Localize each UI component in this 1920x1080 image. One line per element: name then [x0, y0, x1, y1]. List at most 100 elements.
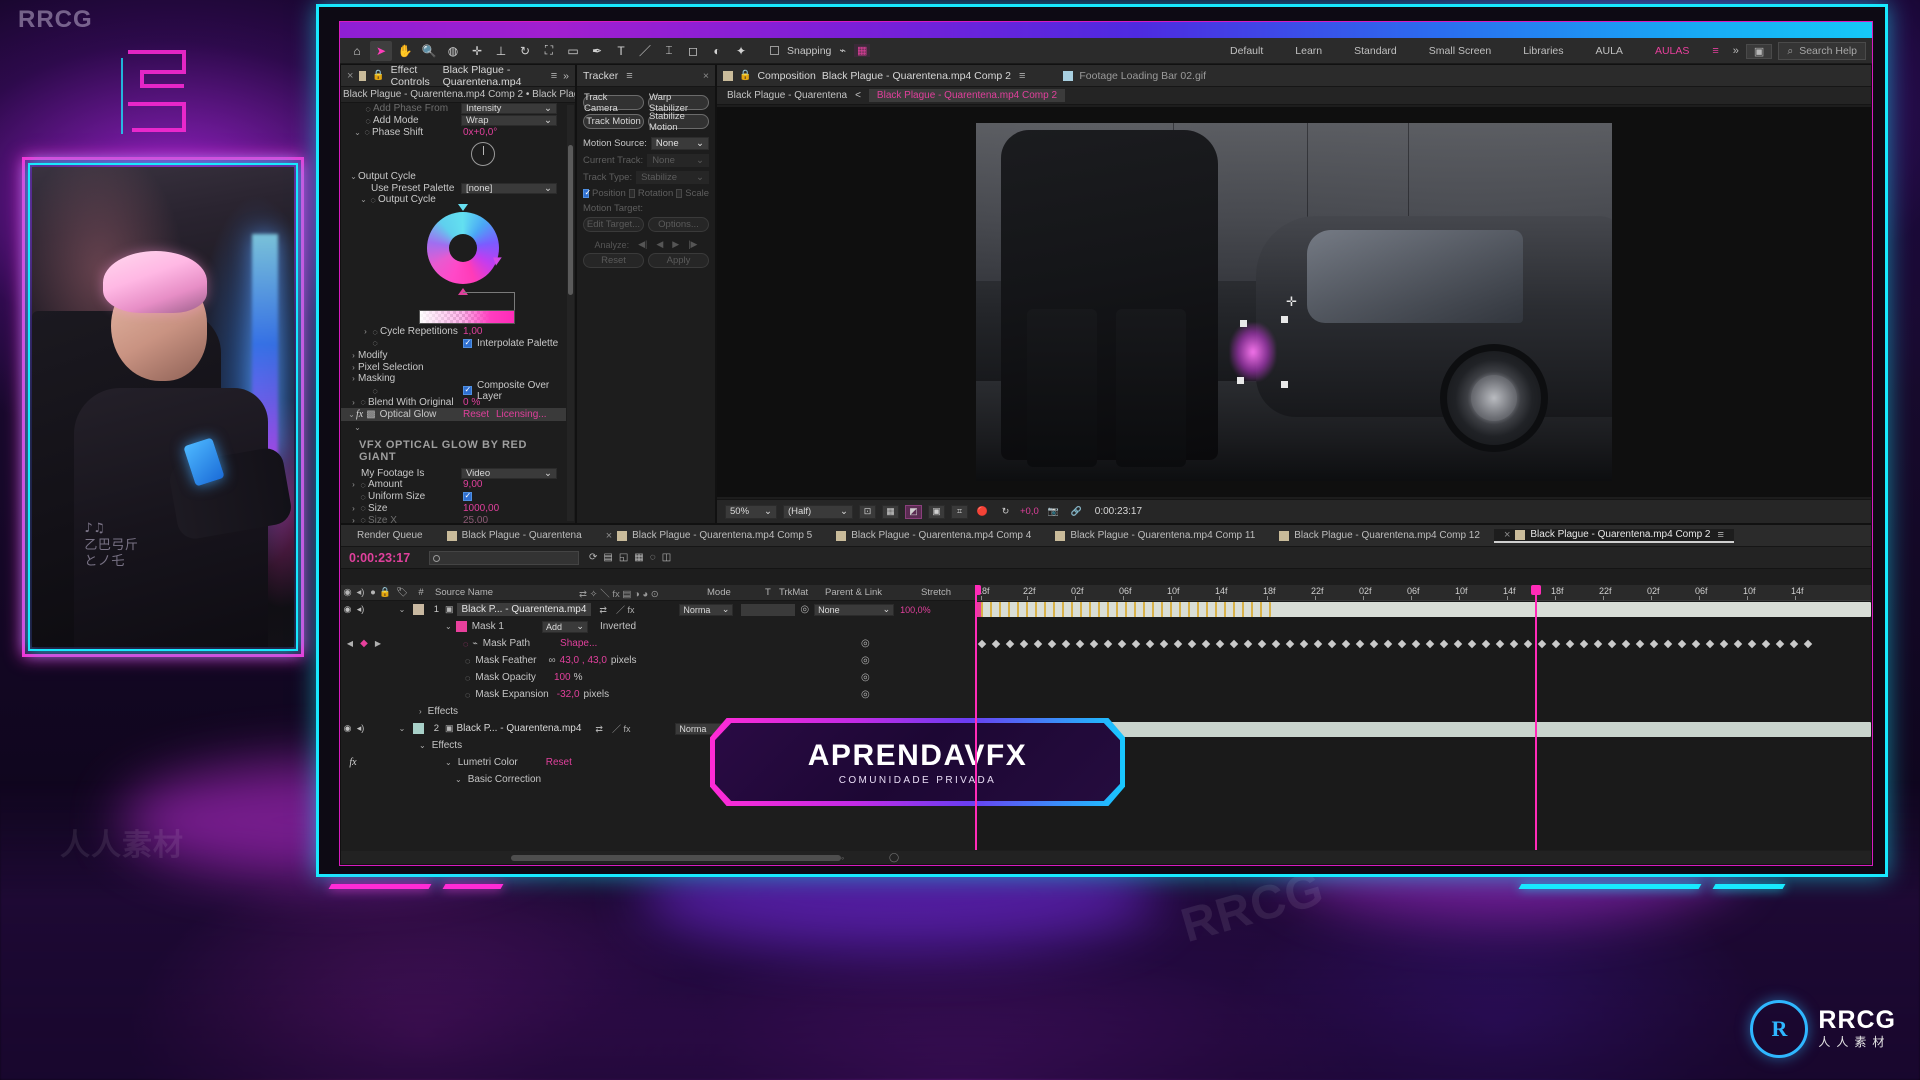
ec-row-add-mode[interactable]: ◌ Add Mode Wrap ⌄ — [341, 115, 566, 127]
pen-tool-icon[interactable]: ✒ — [586, 41, 608, 61]
twirl-icon[interactable]: ⌄ — [391, 605, 413, 614]
effect-controls-scrollbar[interactable] — [567, 105, 574, 521]
eraser-tool-icon[interactable]: ◻ — [682, 41, 704, 61]
stopwatch-icon[interactable]: ◌ — [463, 639, 468, 649]
gradient-strip[interactable] — [419, 309, 515, 324]
twirl-icon[interactable]: ⌄ — [445, 758, 452, 767]
ec-dropdown[interactable]: Intensity ⌄ — [461, 103, 557, 115]
title-action-safe-icon[interactable]: ▣ — [928, 504, 945, 519]
grid-icon[interactable]: ▦ — [854, 44, 871, 57]
footage-tab-label[interactable]: Footage Loading Bar 02.gif — [1079, 70, 1206, 82]
composition-viewer[interactable]: ✛ — [717, 107, 1871, 497]
ec-value[interactable]: 0 % — [463, 397, 480, 408]
composition-tabbar[interactable]: 🔒 Composition Black Plague - Quarentena.… — [717, 65, 1871, 87]
ec-row-amount[interactable]: › ◌ Amount 9,00 — [341, 479, 566, 491]
uniform-size-checkbox[interactable] — [463, 491, 472, 502]
panel-menu-icon[interactable]: ≡ — [1019, 70, 1025, 82]
anchor-point-icon[interactable]: ✛ — [1284, 294, 1298, 309]
licensing-link[interactable]: Licensing... — [496, 409, 547, 420]
angle-dial[interactable] — [471, 142, 495, 167]
stopwatch-icon[interactable]: ◌ — [363, 104, 373, 114]
channels-icon[interactable]: 🔴 — [974, 505, 991, 519]
twirl-icon[interactable]: › — [349, 504, 358, 513]
list-item[interactable]: ◌ Mask Opacity 100 % ◎ — [341, 669, 975, 686]
list-item[interactable]: ◀ ◆ ▶ ◌ ⌁ Mask Path Shape... ◎ — [341, 635, 975, 652]
puppet-pin-tool-icon[interactable]: ✦ — [730, 41, 752, 61]
twirl-icon[interactable]: › — [419, 707, 422, 716]
stopwatch-icon[interactable]: ◌ — [363, 116, 373, 126]
exposure-value[interactable]: +0,0 — [1020, 506, 1039, 517]
lock-icon[interactable]: 🔒 — [372, 70, 384, 81]
table-row[interactable]: ◉ ◂) ⌄ 1 ▣ Black P... - Quarentena.mp4 ⇄… — [341, 601, 975, 618]
region-of-interest-icon[interactable]: ⊡ — [859, 504, 876, 519]
pan-behind-tool-icon[interactable]: ✛ — [466, 41, 488, 61]
parent-pickwhip-icon[interactable]: ◎ — [795, 604, 814, 615]
ec-value[interactable]: 9,00 — [463, 479, 482, 490]
workspace-menu-icon[interactable]: ≡ — [1705, 45, 1725, 57]
motion-source-dropdown[interactable]: None ⌄ — [650, 137, 709, 150]
mask-handle[interactable] — [1236, 377, 1244, 385]
mask-mode-dropdown[interactable]: Add ⌄ — [541, 620, 588, 633]
layer-switches[interactable]: ⇄ ／ fx — [599, 603, 679, 616]
composition-frame[interactable]: ✛ — [976, 123, 1612, 481]
twirl-icon[interactable]: ⌄ — [391, 724, 413, 733]
col-mode[interactable]: Mode — [707, 587, 765, 598]
stopwatch-icon[interactable]: ◌ — [362, 127, 372, 137]
tab-comp-quarentena[interactable]: Black Plague - Quarentena — [437, 530, 592, 541]
stopwatch-icon[interactable]: ◌ — [370, 327, 380, 337]
account-icon[interactable]: ▣ — [1745, 43, 1773, 59]
ec-row-phase-shift[interactable]: ⌄ ◌ Phase Shift 0x+0,0° — [341, 127, 566, 139]
twirl-icon[interactable]: › — [349, 374, 358, 383]
rotation-tool-icon[interactable]: ↻ — [514, 41, 536, 61]
hand-tool-icon[interactable]: ✋ — [394, 41, 416, 61]
workspace-small-screen[interactable]: Small Screen — [1413, 38, 1507, 64]
ec-effect-optical-glow[interactable]: ⌄ fx ▩ Optical Glow Reset Licensing... — [341, 408, 566, 422]
twirl-icon[interactable]: › — [349, 516, 358, 523]
zoom-out-icon[interactable]: ◦ — [841, 853, 844, 863]
mask-path-value[interactable]: Shape... — [560, 638, 597, 649]
close-icon[interactable]: × — [703, 70, 709, 82]
ec-row-uniform-size[interactable]: ◌ Uniform Size — [341, 491, 566, 503]
ec-dropdown[interactable]: Video ⌄ — [461, 467, 557, 479]
layer-name[interactable]: Black P... - Quarentena.mp4 — [456, 603, 592, 616]
col-parent-link[interactable]: Parent & Link — [825, 587, 921, 598]
ec-row-interpolate-palette[interactable]: ◌ Interpolate Palette — [341, 338, 566, 350]
ec-group-modify[interactable]: › Modify — [341, 349, 566, 361]
shape-tool-icon[interactable]: ▭ — [562, 41, 584, 61]
orbit-tool-icon[interactable]: ◍ — [442, 41, 464, 61]
tab-comp-4[interactable]: Black Plague - Quarentena.mp4 Comp 4 — [826, 530, 1041, 541]
ec-row-my-footage-is[interactable]: My Footage Is Video ⌄ — [341, 467, 566, 479]
stabilize-motion-button[interactable]: Stabilize Motion — [648, 111, 709, 133]
effect-controls-tabbar[interactable]: × 🔒 Effect Controls Black Plague - Quare… — [341, 64, 575, 88]
workspace-default[interactable]: Default — [1214, 38, 1279, 64]
twirl-icon[interactable]: › — [349, 351, 358, 360]
tab-render-queue[interactable]: Render Queue — [347, 530, 433, 541]
transparency-grid-icon[interactable]: ▦ — [882, 504, 899, 519]
ec-value[interactable]: 0x+0,0° — [463, 127, 497, 138]
ec-row-composite-over-layer[interactable]: ◌ Composite Over Layer — [341, 380, 566, 402]
ec-group-pixel-selection[interactable]: › Pixel Selection — [341, 361, 566, 373]
exposure-reset-icon[interactable]: ↻ — [997, 505, 1014, 519]
magnet-icon[interactable]: ⌁ — [839, 44, 846, 57]
workspace-overflow-icon[interactable]: » — [1726, 45, 1746, 57]
panel-menu-icon[interactable]: ≡ — [1717, 529, 1723, 541]
stopwatch-icon[interactable]: ◌ — [358, 503, 368, 513]
col-t[interactable]: T — [765, 587, 779, 598]
toggle-mask-paths-icon[interactable]: ◩ — [905, 504, 922, 519]
panel-menu-icon[interactable]: ≡ — [551, 70, 557, 82]
ec-value[interactable]: 25,00 — [463, 515, 488, 523]
col-source-name[interactable]: Source Name — [429, 587, 579, 598]
twirl-icon[interactable]: ⌄ — [353, 423, 362, 432]
pickwhip-icon[interactable]: ◎ — [861, 655, 870, 666]
3d-view-icon[interactable]: ⌗ — [951, 504, 968, 519]
tab-comp-11[interactable]: Black Plague - Quarentena.mp4 Comp 11 — [1045, 530, 1265, 541]
wheel-marker-top[interactable] — [458, 203, 468, 211]
layer-name[interactable]: Black P... - Quarentena.mp4 — [457, 723, 582, 734]
expand-chevron-icon[interactable]: » — [563, 70, 569, 82]
composite-over-layer-checkbox[interactable] — [463, 385, 472, 396]
workspace-libraries[interactable]: Libraries — [1507, 38, 1579, 64]
ec-row-output-cycle[interactable]: ⌄ ◌ Output Cycle — [341, 194, 566, 206]
timeline-current-time[interactable]: 0:00:23:17 — [341, 551, 427, 565]
ec-value[interactable]: 1000,00 — [463, 503, 499, 514]
tracker-tabbar[interactable]: Tracker ≡ × — [577, 65, 715, 87]
